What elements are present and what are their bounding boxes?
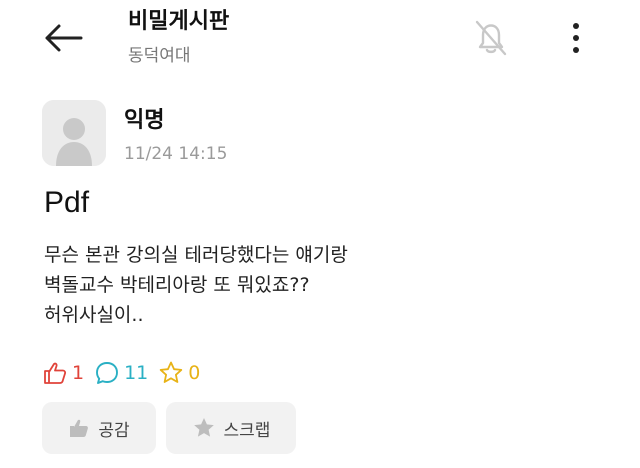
header-titles: 비밀게시판 동덕여대 bbox=[128, 6, 229, 70]
board-title: 비밀게시판 bbox=[128, 9, 230, 34]
post-body-line: 허위사실이.. bbox=[44, 304, 144, 326]
scrap-count: 0 bbox=[158, 360, 200, 386]
back-arrow-icon bbox=[45, 24, 83, 52]
star-icon bbox=[160, 361, 183, 383]
like-count: 1 bbox=[42, 360, 84, 386]
like-count-value: 1 bbox=[72, 362, 85, 384]
scrap-count-value: 0 bbox=[188, 362, 201, 384]
board-subtitle: 동덕여대 bbox=[128, 46, 191, 66]
avatar bbox=[42, 100, 106, 166]
like-button-label: 공감 bbox=[98, 420, 130, 441]
post-actions: 공감 스크랩 bbox=[42, 402, 306, 454]
more-vertical-icon bbox=[573, 23, 579, 53]
thumbs-up-icon bbox=[44, 362, 67, 384]
post-body-line: 벽돌교수 박테리아랑 또 뭐있죠?? bbox=[44, 274, 310, 296]
thumbs-up-icon bbox=[70, 419, 89, 437]
back-button[interactable] bbox=[40, 18, 86, 58]
notification-toggle-button[interactable] bbox=[468, 14, 514, 60]
author-name: 익명 bbox=[124, 108, 165, 133]
post-title: Pdf bbox=[44, 186, 90, 219]
post-stats: 1 11 0 bbox=[42, 358, 210, 388]
bell-off-icon bbox=[475, 20, 507, 56]
default-profile-icon bbox=[42, 100, 106, 166]
top-bar: 비밀게시판 동덕여대 bbox=[0, 0, 640, 80]
scrap-button-label: 스크랩 bbox=[223, 420, 271, 441]
post-body: 무슨 본관 강의실 테러당했다는 얘기랑 벽돌교수 박테리아랑 또 뭐있죠?? … bbox=[44, 240, 604, 330]
post-timestamp: 11/24 14:15 bbox=[124, 144, 228, 164]
post-body-line: 무슨 본관 강의실 테러당했다는 얘기랑 bbox=[44, 244, 348, 266]
scrap-button[interactable]: 스크랩 bbox=[166, 402, 296, 454]
comment-bubble-icon bbox=[96, 362, 119, 384]
more-options-button[interactable] bbox=[556, 16, 596, 60]
star-icon bbox=[193, 418, 214, 437]
comment-count: 11 bbox=[94, 360, 148, 386]
comment-count-value: 11 bbox=[124, 362, 149, 384]
like-button[interactable]: 공감 bbox=[42, 402, 156, 454]
